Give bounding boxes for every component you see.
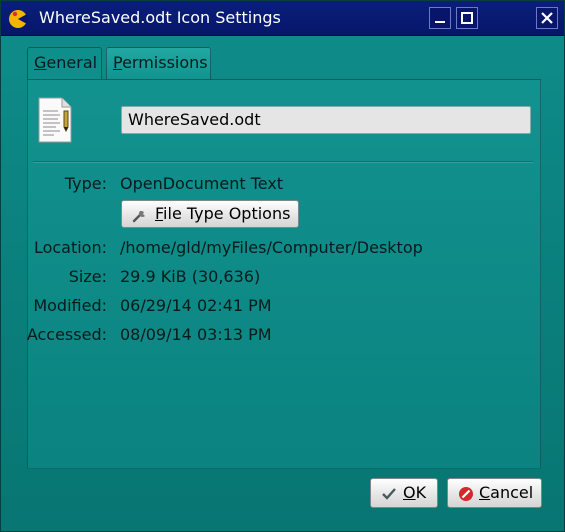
modified-value: 06/29/14 02:41 PM [120,296,272,315]
accessed-value: 08/09/14 03:13 PM [120,325,272,344]
minimize-icon [435,21,445,23]
maximize-button[interactable] [456,7,478,29]
ok-label: K [415,483,427,502]
checkmark-icon [382,488,396,500]
tab-permissions-label: ermissions [122,53,208,72]
cancel-label: ancel [490,483,534,502]
separator [33,161,533,162]
size-value: 29.9 KiB (30,636) [120,267,261,286]
file-type-options-label: ile Type Options [163,204,291,223]
tab-general-label: eneral [46,53,98,72]
ok-mnemonic: O [403,483,416,502]
tab-permissions-mnemonic: P [113,53,123,72]
accessed-label: Accessed: [26,325,107,344]
app-icon[interactable] [7,7,29,29]
cancel-button[interactable]: Cancel [447,478,542,508]
tab-general-mnemonic: G [34,53,47,72]
minimize-button[interactable] [429,7,451,29]
properties-dialog: WhereSaved.odt Icon Settings General Per… [0,0,565,532]
cancel-mnemonic: C [479,483,491,502]
size-label: Size: [68,267,107,286]
wrench-icon [132,211,145,223]
close-button[interactable] [536,7,558,29]
location-value: /home/gld/myFiles/Computer/Desktop [120,238,423,257]
tab-permissions[interactable]: Permissions [106,47,211,79]
cancel-icon [459,487,473,501]
file-type-options-mnemonic: F [155,204,164,223]
document-file-icon [38,97,72,143]
modified-label: Modified: [33,296,107,315]
file-name-field[interactable]: WhereSaved.odt [121,106,531,134]
type-value: OpenDocument Text [120,174,284,193]
type-label: Type: [64,174,107,193]
title-bar[interactable]: WhereSaved.odt Icon Settings [1,1,564,36]
close-icon [541,12,553,24]
file-type-options-button[interactable]: File Type Options [121,200,299,228]
maximize-icon [461,12,473,24]
location-label: Location: [33,238,107,257]
tab-general[interactable]: General [27,47,102,80]
ok-button[interactable]: OK [370,478,438,508]
window-title: WhereSaved.odt Icon Settings [39,8,281,27]
